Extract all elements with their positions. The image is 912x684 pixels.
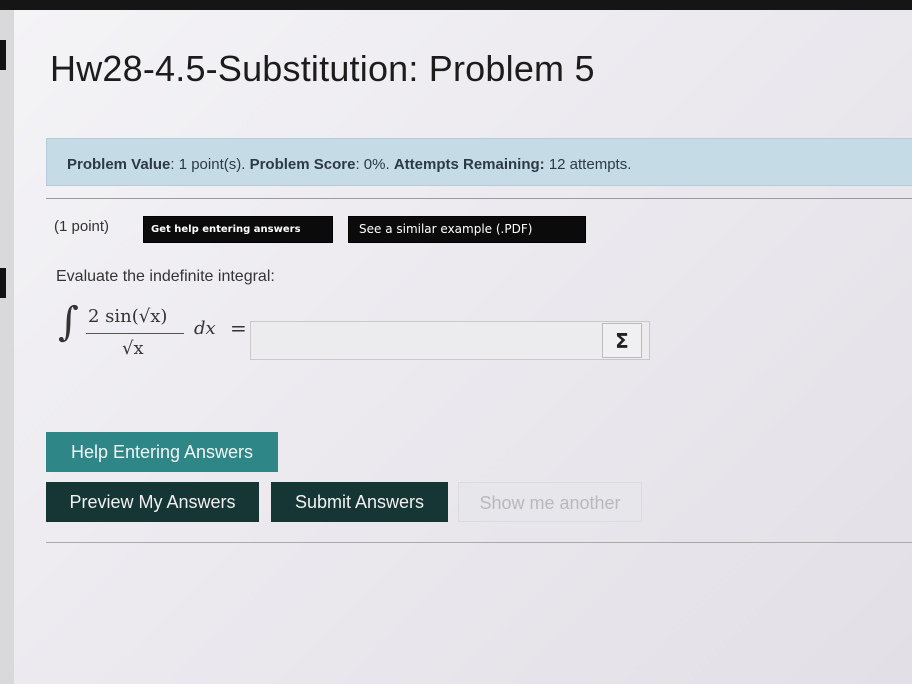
problem-value-label: Problem Value xyxy=(67,156,171,173)
problem-info-bar: Problem Value: 1 point(s). Problem Score… xyxy=(46,138,912,186)
problem-page: Hw28-4.5-Substitution: Problem 5 Problem… xyxy=(14,10,912,684)
problem-score-label: Problem Score xyxy=(249,156,356,173)
page-title: Hw28-4.5-Substitution: Problem 5 xyxy=(50,48,595,89)
answer-input[interactable] xyxy=(250,321,650,360)
integral-sign: ∫ xyxy=(58,299,79,345)
problem-value: : 1 point(s). xyxy=(170,156,250,173)
help-entering-link[interactable]: Get help entering answers xyxy=(143,216,333,243)
divider xyxy=(46,542,912,543)
preview-answers-button[interactable]: Preview My Answers xyxy=(46,482,259,522)
point-value: (1 point) xyxy=(54,218,110,235)
left-edge-mark xyxy=(0,40,6,70)
similar-example-link[interactable]: See a similar example (.PDF) xyxy=(348,216,586,243)
equation-editor-sigma-icon[interactable]: Σ xyxy=(602,323,642,358)
help-entering-answers-button[interactable]: Help Entering Answers xyxy=(46,432,278,472)
equals-sign: = xyxy=(230,316,247,340)
submit-answers-button[interactable]: Submit Answers xyxy=(271,482,448,522)
differential: dx xyxy=(194,318,216,339)
problem-instruction: Evaluate the indefinite integral: xyxy=(56,268,275,285)
integrand-denominator: √x xyxy=(122,338,144,359)
problem-score: : 0%. xyxy=(355,156,394,173)
integral-expression: ∫ 2 sin(√x) √x dx = xyxy=(58,300,258,370)
fraction-bar xyxy=(86,333,184,334)
attempts-label: Attempts Remaining: xyxy=(393,156,545,173)
integrand-numerator: 2 sin(√x) xyxy=(88,306,168,327)
left-edge-mark xyxy=(0,268,6,298)
monitor-top-edge xyxy=(0,0,912,10)
attempts-remaining: 12 attempts. xyxy=(544,156,632,173)
divider xyxy=(46,198,912,199)
show-me-another-button[interactable]: Show me another xyxy=(458,482,642,522)
